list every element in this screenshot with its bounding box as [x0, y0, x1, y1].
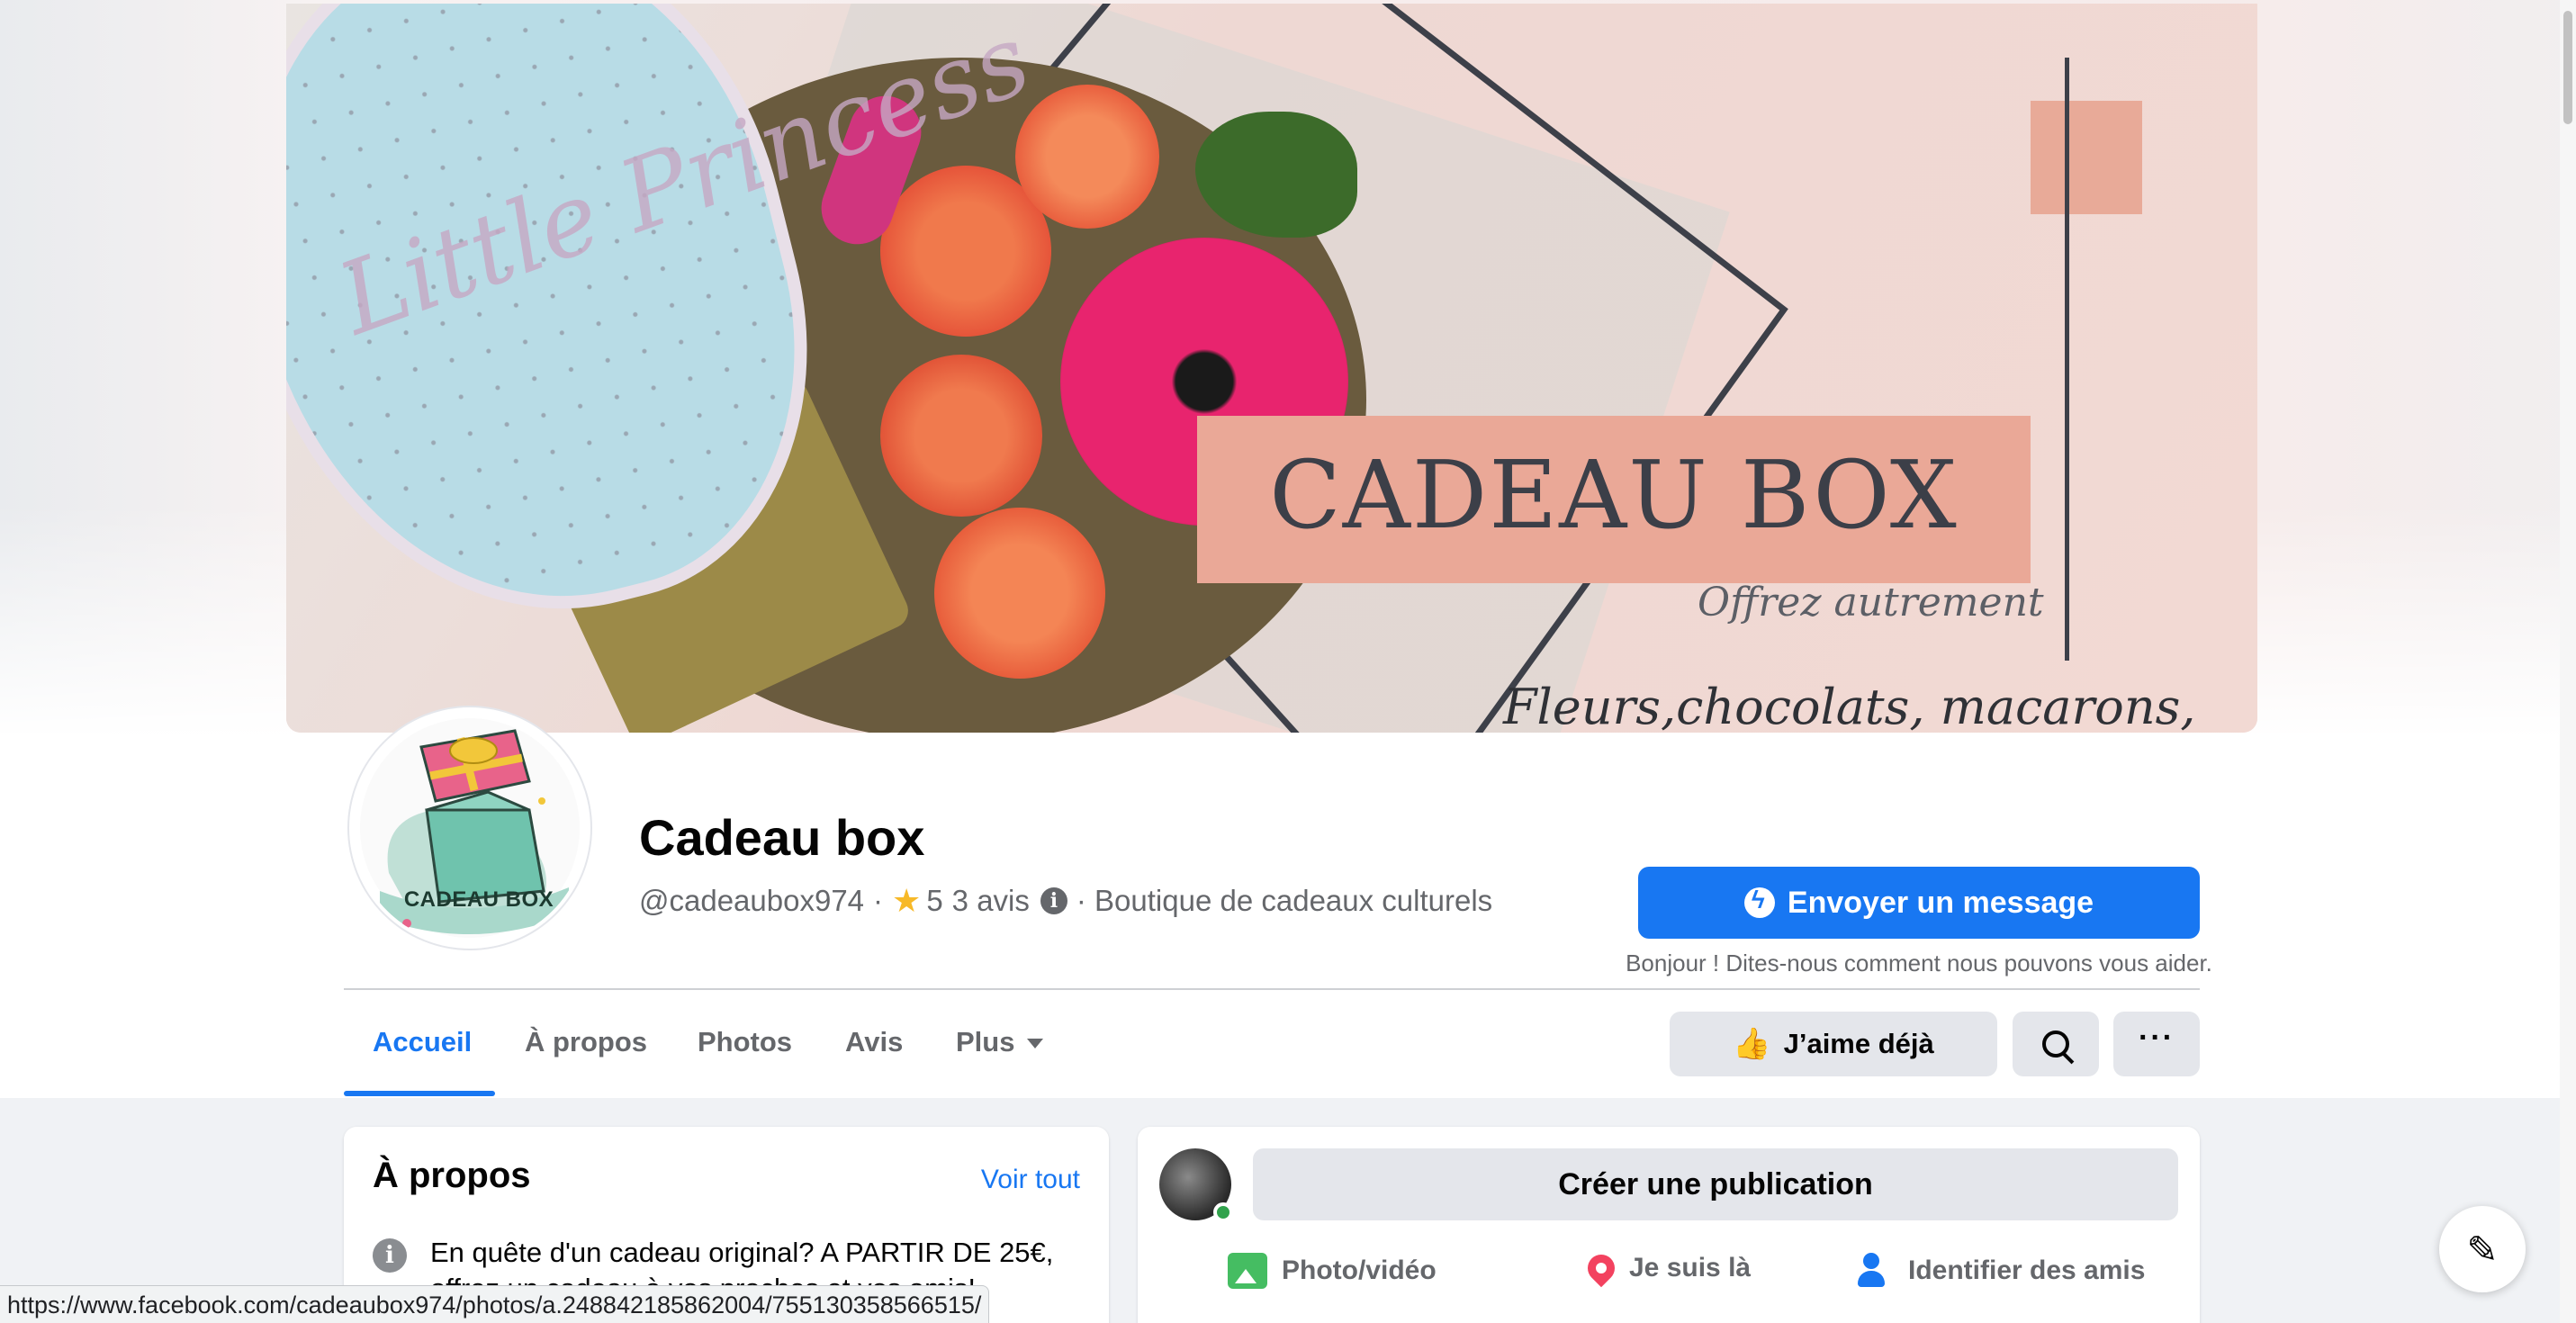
scrollbar-thumb[interactable]	[2563, 11, 2572, 124]
more-options-button[interactable]: ···	[2113, 1012, 2200, 1076]
cover-photo[interactable]: Little Princess CADEAU BOX Offrez autrem…	[286, 4, 2257, 733]
tag-friends-button[interactable]: Identifier des amis	[1858, 1253, 2145, 1289]
star-icon: ★	[892, 882, 922, 919]
photo-video-button[interactable]: Photo/vidéo	[1228, 1253, 1437, 1289]
page-avatar[interactable]: CADEAU BOX	[349, 707, 590, 949]
about-card-title: À propos	[373, 1156, 531, 1195]
see-all-link[interactable]: Voir tout	[981, 1165, 1080, 1195]
tab-about[interactable]: À propos	[525, 1026, 647, 1058]
composer-card: Créer une publication Photo/vidéo Je sui…	[1138, 1127, 2200, 1323]
active-tab-indicator	[344, 1091, 495, 1096]
send-message-button[interactable]: Envoyer un message	[1638, 867, 2200, 939]
tab-photos[interactable]: Photos	[698, 1026, 792, 1058]
scrollbar-track[interactable]	[2560, 0, 2576, 1323]
create-post-button[interactable]: Créer une publication	[1253, 1148, 2178, 1220]
header-divider	[344, 988, 2200, 990]
photo-video-label: Photo/vidéo	[1282, 1256, 1437, 1285]
tab-reviews[interactable]: Avis	[845, 1026, 903, 1058]
tab-more[interactable]: Plus	[956, 1026, 1044, 1058]
messenger-icon	[1743, 886, 1775, 918]
more-dots-icon: ···	[2139, 1021, 2175, 1055]
info-icon[interactable]: i	[1040, 887, 1067, 914]
message-hint: Bonjour ! Dites-nous comment nous pouvon…	[1626, 950, 2212, 976]
checkin-button[interactable]: Je suis là	[1581, 1248, 1752, 1288]
search-icon	[2042, 1030, 2069, 1058]
send-message-label: Envoyer un message	[1787, 885, 2094, 920]
chevron-down-icon	[1027, 1039, 1044, 1049]
liked-button[interactable]: 👍 J’aime déjà	[1670, 1012, 1997, 1076]
cover-subtitle: Offrez autrement	[1698, 580, 2044, 626]
rating-value: 5	[926, 884, 943, 917]
avatar-label: CADEAU BOX	[403, 887, 554, 912]
search-button[interactable]	[2013, 1012, 2099, 1076]
online-status-indicator	[1213, 1202, 1233, 1222]
tag-friends-label: Identifier des amis	[1908, 1256, 2146, 1285]
thumbs-up-icon: 👍	[1733, 1027, 1771, 1061]
page-title: Cadeau box	[639, 809, 925, 866]
page-handle[interactable]: @cadeaubox974	[639, 884, 864, 918]
meta-separator: ·	[873, 884, 884, 917]
liked-label: J’aime déjà	[1783, 1028, 1934, 1059]
tab-more-label: Plus	[956, 1026, 1015, 1058]
cover-tagline: Fleurs,chocolats, macarons,	[1503, 679, 2196, 733]
page-category[interactable]: · Boutique de cadeaux culturels	[1076, 884, 1492, 918]
info-icon: i	[373, 1238, 407, 1273]
location-pin-icon	[1581, 1248, 1621, 1288]
reviews-link[interactable]: 3 avis	[952, 884, 1030, 918]
page-meta: @cadeaubox974 · ★ 5 3 avis i · Boutique …	[639, 882, 1492, 920]
gift-box-logo-icon	[380, 729, 569, 935]
tab-home[interactable]: Accueil	[373, 1026, 472, 1058]
checkin-label: Je suis là	[1629, 1253, 1752, 1282]
new-message-button[interactable]: ✎	[2439, 1206, 2526, 1292]
status-bar-url: https://www.facebook.com/cadeaubox974/ph…	[0, 1285, 990, 1323]
cover-title: CADEAU BOX	[1269, 440, 1959, 550]
tag-people-icon	[1858, 1253, 1894, 1289]
compose-icon: ✎	[2466, 1228, 2499, 1271]
photo-icon	[1228, 1253, 1267, 1289]
